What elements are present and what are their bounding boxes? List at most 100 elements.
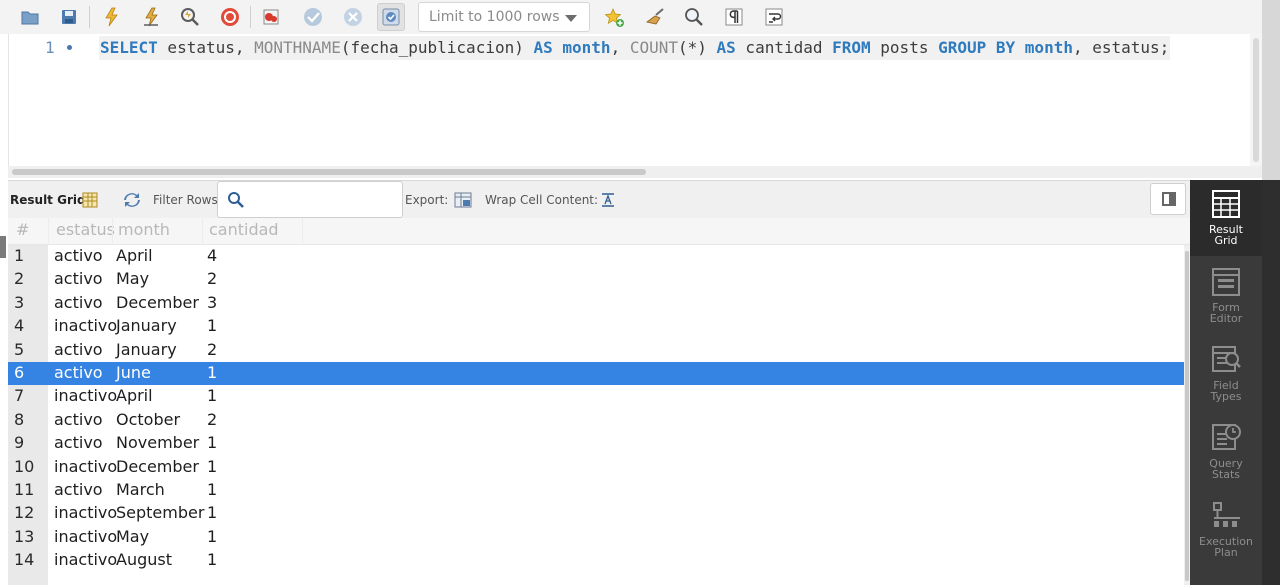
cantidad-cell[interactable]: 1 bbox=[207, 316, 217, 335]
row-number-cell[interactable]: 1 bbox=[14, 246, 24, 265]
explain-icon[interactable] bbox=[176, 3, 204, 31]
column-header-month[interactable]: month bbox=[118, 220, 170, 239]
cantidad-cell[interactable]: 2 bbox=[207, 340, 217, 359]
cantidad-cell[interactable]: 2 bbox=[207, 269, 217, 288]
cantidad-cell[interactable]: 1 bbox=[207, 363, 217, 382]
side-panel-form-editor[interactable]: Form Editor bbox=[1190, 258, 1262, 334]
column-divider[interactable] bbox=[202, 218, 203, 245]
filter-rows-input[interactable] bbox=[217, 181, 403, 218]
table-row[interactable]: 2 activo May 2 bbox=[8, 268, 1190, 291]
limit-rows-select[interactable]: Limit to 1000 rows bbox=[418, 2, 590, 32]
side-panel-field-types[interactable]: Field Types bbox=[1190, 336, 1262, 412]
column-header-estatus[interactable]: estatus bbox=[56, 220, 115, 239]
estatus-cell[interactable]: activo bbox=[54, 269, 103, 288]
month-cell[interactable]: October bbox=[116, 410, 180, 429]
table-row[interactable]: 14 inactivo August 1 bbox=[8, 549, 1190, 572]
row-number-cell[interactable]: 13 bbox=[14, 527, 34, 546]
month-cell[interactable]: April bbox=[116, 246, 153, 265]
estatus-cell[interactable]: activo bbox=[54, 246, 103, 265]
scrollbar-thumb[interactable] bbox=[1253, 38, 1259, 162]
cantidad-cell[interactable]: 4 bbox=[207, 246, 217, 265]
cantidad-cell[interactable]: 1 bbox=[207, 550, 217, 569]
cantidad-cell[interactable]: 1 bbox=[207, 503, 217, 522]
side-panel-execution-plan[interactable]: Execution Plan bbox=[1190, 492, 1262, 568]
refresh-icon[interactable] bbox=[122, 190, 142, 210]
column-header-cantidad[interactable]: cantidad bbox=[209, 220, 279, 239]
estatus-cell[interactable]: inactivo bbox=[54, 527, 117, 546]
row-number-cell[interactable]: 11 bbox=[14, 480, 34, 499]
side-panel-query-stats[interactable]: Query Stats bbox=[1190, 414, 1262, 490]
month-cell[interactable]: September bbox=[116, 503, 204, 522]
estatus-cell[interactable]: activo bbox=[54, 363, 103, 382]
month-cell[interactable]: June bbox=[116, 363, 151, 382]
estatus-cell[interactable]: inactivo bbox=[54, 550, 117, 569]
table-row[interactable]: 4 inactivo January 1 bbox=[8, 315, 1190, 338]
row-number-cell[interactable]: 9 bbox=[14, 433, 24, 452]
save-icon[interactable] bbox=[55, 3, 83, 31]
open-folder-icon[interactable] bbox=[16, 3, 44, 31]
month-cell[interactable]: January bbox=[116, 316, 177, 335]
estatus-cell[interactable]: inactivo bbox=[54, 316, 117, 335]
estatus-cell[interactable]: inactivo bbox=[54, 503, 117, 522]
scrollbar-thumb[interactable] bbox=[1185, 251, 1189, 581]
row-number-cell[interactable]: 14 bbox=[14, 550, 34, 569]
month-cell[interactable]: December bbox=[116, 293, 199, 312]
column-divider[interactable] bbox=[302, 218, 303, 245]
editor-vertical-scrollbar[interactable] bbox=[1250, 34, 1262, 166]
cantidad-cell[interactable]: 3 bbox=[207, 293, 217, 312]
month-cell[interactable]: January bbox=[116, 340, 177, 359]
month-cell[interactable]: March bbox=[116, 480, 165, 499]
table-row[interactable]: 9 activo November 1 bbox=[8, 432, 1190, 455]
result-grid-label[interactable]: Result Grid bbox=[10, 193, 86, 207]
execute-current-icon[interactable] bbox=[137, 3, 165, 31]
row-number-cell[interactable]: 8 bbox=[14, 410, 24, 429]
column-header-rownum[interactable]: # bbox=[16, 220, 29, 239]
row-number-cell[interactable]: 12 bbox=[14, 503, 34, 522]
beautify-icon[interactable] bbox=[641, 3, 669, 31]
cantidad-cell[interactable]: 1 bbox=[207, 386, 217, 405]
find-icon[interactable] bbox=[680, 3, 708, 31]
stop-icon[interactable] bbox=[216, 3, 244, 31]
add-snippet-icon[interactable] bbox=[600, 3, 628, 31]
row-number-cell[interactable]: 5 bbox=[14, 340, 24, 359]
cantidad-cell[interactable]: 2 bbox=[207, 410, 217, 429]
cantidad-cell[interactable]: 1 bbox=[207, 457, 217, 476]
estatus-cell[interactable]: activo bbox=[54, 340, 103, 359]
export-icon[interactable] bbox=[453, 190, 473, 210]
stop-on-error-icon[interactable] bbox=[257, 3, 285, 31]
month-cell[interactable]: May bbox=[116, 269, 149, 288]
month-cell[interactable]: November bbox=[116, 433, 199, 452]
estatus-cell[interactable]: inactivo bbox=[54, 386, 117, 405]
month-cell[interactable]: December bbox=[116, 457, 199, 476]
table-row[interactable]: 3 activo December 3 bbox=[8, 292, 1190, 315]
estatus-cell[interactable]: activo bbox=[54, 410, 103, 429]
table-row[interactable]: 8 activo October 2 bbox=[8, 409, 1190, 432]
estatus-cell[interactable]: activo bbox=[54, 433, 103, 452]
sql-statement[interactable]: SELECT estatus, MONTHNAME(fecha_publicac… bbox=[99, 36, 1171, 60]
cantidad-cell[interactable]: 1 bbox=[207, 480, 217, 499]
estatus-cell[interactable]: inactivo bbox=[54, 457, 117, 476]
estatus-cell[interactable]: activo bbox=[54, 293, 103, 312]
commit-icon[interactable] bbox=[299, 3, 327, 31]
table-row[interactable]: 1 activo April 4 bbox=[8, 245, 1190, 268]
table-row[interactable]: 11 activo March 1 bbox=[8, 479, 1190, 502]
column-divider[interactable] bbox=[112, 218, 113, 245]
row-number-cell[interactable]: 2 bbox=[14, 269, 24, 288]
table-row[interactable]: 7 inactivo April 1 bbox=[8, 385, 1190, 408]
side-panel-result-grid[interactable]: Result Grid bbox=[1190, 180, 1262, 256]
rollback-icon[interactable] bbox=[339, 3, 367, 31]
autocommit-icon[interactable] bbox=[377, 3, 405, 31]
row-number-cell[interactable]: 7 bbox=[14, 386, 24, 405]
table-row[interactable]: 13 inactivo May 1 bbox=[8, 526, 1190, 549]
row-number-cell[interactable]: 6 bbox=[14, 363, 24, 382]
row-number-cell[interactable]: 4 bbox=[14, 316, 24, 335]
cantidad-cell[interactable]: 1 bbox=[207, 433, 217, 452]
table-row[interactable]: 10 inactivo December 1 bbox=[8, 456, 1190, 479]
month-cell[interactable]: April bbox=[116, 386, 153, 405]
cantidad-cell[interactable]: 1 bbox=[207, 527, 217, 546]
toggle-side-panel-button[interactable] bbox=[1150, 183, 1186, 215]
editor-horizontal-scrollbar[interactable] bbox=[8, 166, 1262, 178]
invisible-chars-icon[interactable] bbox=[720, 3, 748, 31]
row-number-cell[interactable]: 3 bbox=[14, 293, 24, 312]
row-number-cell[interactable]: 10 bbox=[14, 457, 34, 476]
